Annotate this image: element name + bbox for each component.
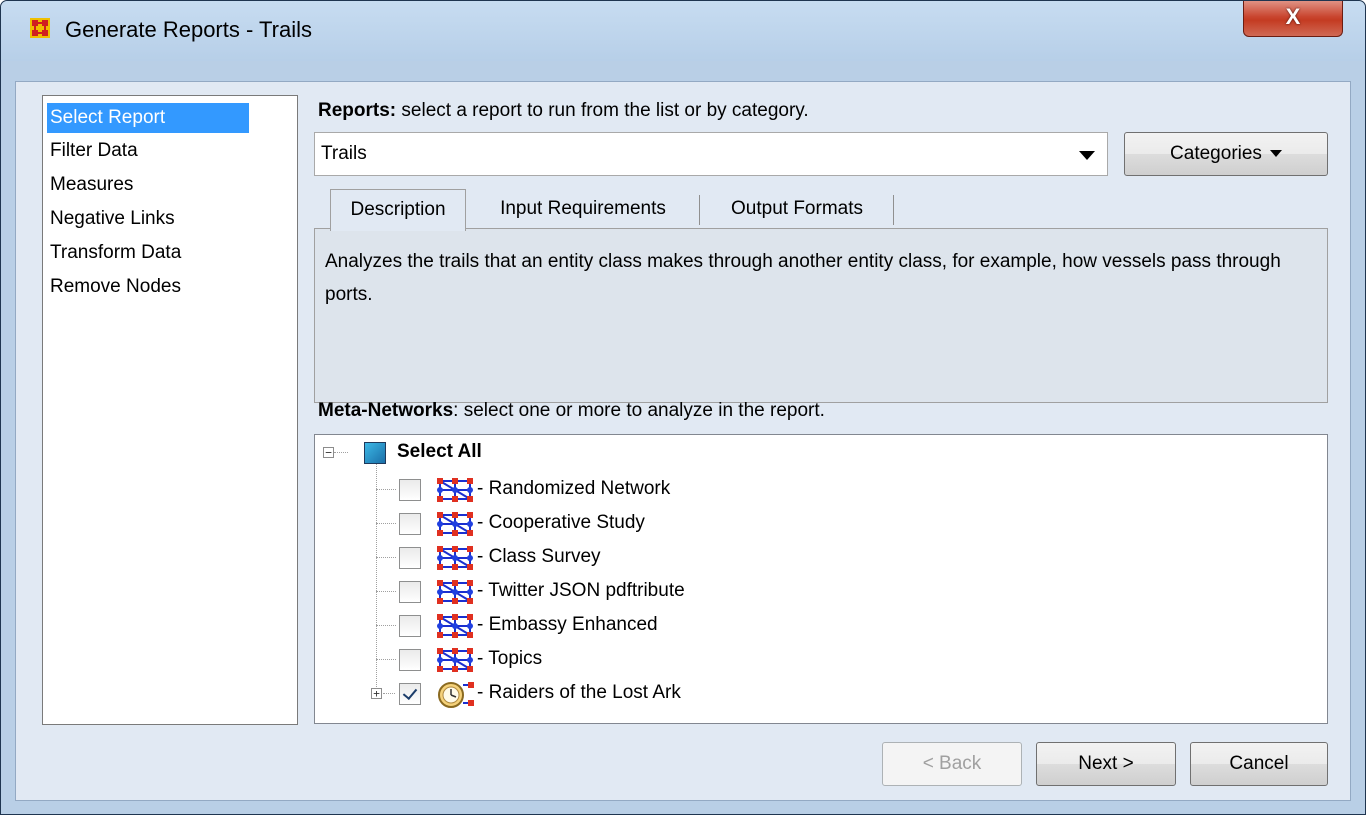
reports-heading-bold: Reports: (318, 100, 397, 121)
meta-network-item[interactable]: - Embassy Enhanced (315, 611, 1315, 641)
network-icon (435, 476, 475, 504)
window-title: Generate Reports - Trails (65, 17, 312, 42)
meta-network-item[interactable]: - Cooperative Study (315, 509, 1315, 539)
meta-network-item[interactable]: - Class Survey (315, 543, 1315, 573)
reports-heading: Reports: select a report to run from the… (318, 100, 809, 122)
nav-item-negative-links[interactable]: Negative Links (47, 204, 249, 234)
meta-network-label: - Embassy Enhanced (477, 614, 658, 635)
tab-output-formats[interactable]: Output Formats (702, 189, 892, 229)
meta-networks-heading-text: : select one or more to analyze in the r… (453, 400, 825, 421)
tab-input-requirements[interactable]: Input Requirements (468, 189, 698, 229)
meta-network-label: - Twitter JSON pdftribute (477, 580, 685, 601)
title-bar[interactable]: Generate Reports - Trails X (1, 1, 1365, 61)
nav-item-filter-data[interactable]: Filter Data (47, 136, 249, 166)
meta-networks-heading-bold: Meta-Networks (318, 400, 454, 421)
clock-network-icon (435, 680, 475, 708)
nav-item-measures[interactable]: Measures (47, 170, 249, 200)
meta-network-label: - Topics (477, 648, 543, 669)
next-button[interactable]: Next > (1036, 742, 1176, 786)
back-button[interactable]: < Back (882, 742, 1022, 786)
expand-icon[interactable]: + (371, 688, 382, 699)
meta-network-label: - Class Survey (477, 546, 601, 567)
select-all-label[interactable]: Select All (397, 441, 482, 463)
tree-connector-line (376, 625, 396, 626)
meta-network-item[interactable]: - Topics (315, 645, 1315, 675)
network-icon (435, 510, 475, 538)
tab-separator (893, 195, 894, 225)
select-all-checkbox[interactable] (364, 442, 386, 464)
meta-network-checkbox[interactable] (399, 683, 421, 705)
meta-network-item[interactable]: - Randomized Network (315, 475, 1315, 505)
meta-network-label: - Randomized Network (477, 478, 671, 499)
tree-connector-line (334, 452, 348, 453)
categories-button-label: Categories (1170, 143, 1262, 164)
meta-network-checkbox[interactable] (399, 581, 421, 603)
meta-network-item[interactable]: - Twitter JSON pdftribute (315, 577, 1315, 607)
description-panel: Analyzes the trails that an entity class… (314, 228, 1328, 403)
reports-heading-text: select a report to run from the list or … (396, 100, 809, 121)
categories-button[interactable]: Categories (1124, 132, 1328, 176)
report-select-value: Trails (321, 143, 367, 164)
chevron-down-icon (1079, 151, 1095, 160)
app-icon (30, 18, 50, 38)
network-icon (435, 646, 475, 674)
meta-network-checkbox[interactable] (399, 547, 421, 569)
meta-network-label: - Cooperative Study (477, 512, 645, 533)
tree-connector-line (376, 523, 396, 524)
meta-network-checkbox[interactable] (399, 479, 421, 501)
meta-network-item[interactable]: + - Raiders of the Lost Ark (315, 679, 1315, 709)
tree-connector-line (376, 591, 396, 592)
tree-connector-line (376, 659, 396, 660)
collapse-icon[interactable]: − (323, 447, 334, 458)
meta-network-checkbox[interactable] (399, 513, 421, 535)
network-icon (435, 578, 475, 606)
cancel-button[interactable]: Cancel (1190, 742, 1328, 786)
tree-connector-line (376, 489, 396, 490)
meta-network-checkbox[interactable] (399, 649, 421, 671)
meta-network-tree: − Select All - Randomized Network - Coope… (314, 434, 1328, 724)
meta-networks-heading: Meta-Networks: select one or more to ana… (318, 400, 825, 422)
close-icon: X (1285, 4, 1301, 29)
meta-network-checkbox[interactable] (399, 615, 421, 637)
generate-reports-window: Generate Reports - Trails X Select Repor… (0, 0, 1366, 815)
tab-description[interactable]: Description (330, 189, 466, 231)
nav-item-transform-data[interactable]: Transform Data (47, 238, 249, 268)
tab-separator (699, 195, 700, 225)
tree-connector-line (383, 693, 395, 694)
nav-item-remove-nodes[interactable]: Remove Nodes (47, 272, 249, 302)
report-select-dropdown[interactable]: Trails (314, 132, 1108, 176)
dialog-content: Select Report Filter Data Measures Negat… (15, 81, 1351, 801)
step-navigation-list: Select Report Filter Data Measures Negat… (42, 95, 298, 725)
meta-network-label: - Raiders of the Lost Ark (477, 682, 681, 703)
network-icon (435, 612, 475, 640)
network-icon (435, 544, 475, 572)
nav-item-select-report[interactable]: Select Report (47, 103, 249, 133)
close-button[interactable]: X (1243, 1, 1343, 37)
tree-connector-line (376, 557, 396, 558)
report-description: Analyzes the trails that an entity class… (325, 251, 1281, 305)
caret-down-icon (1269, 150, 1282, 158)
